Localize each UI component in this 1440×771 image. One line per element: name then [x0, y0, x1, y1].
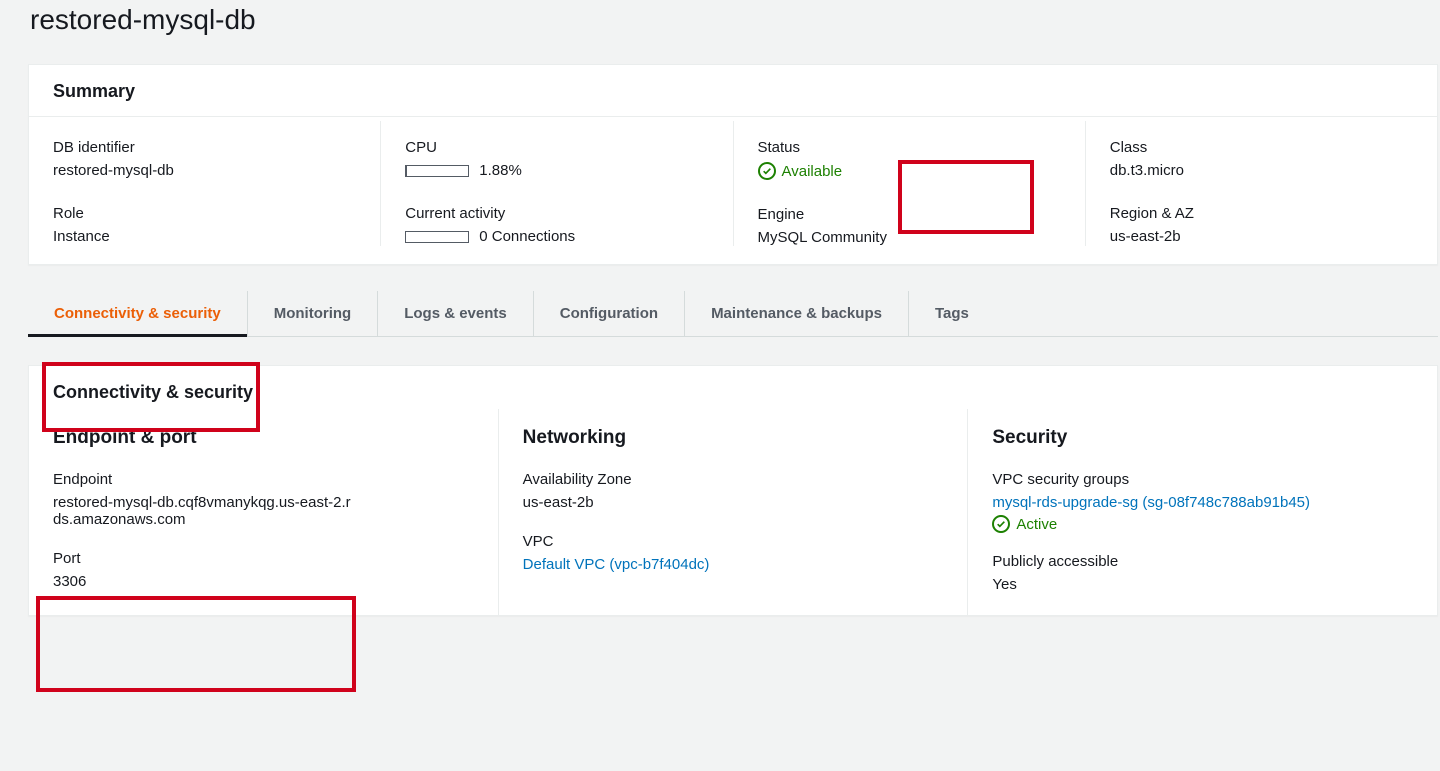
summary-header: Summary [53, 81, 1413, 102]
activity-bar [405, 231, 469, 243]
engine-label: Engine [758, 206, 1061, 223]
port-label: Port [53, 550, 474, 567]
az-value: us-east-2b [523, 494, 944, 511]
sg-label: VPC security groups [992, 471, 1413, 488]
activity-value: 0 Connections [479, 228, 575, 245]
class-value: db.t3.micro [1110, 162, 1413, 179]
page-title: restored-mysql-db [0, 0, 1440, 36]
security-col: Security VPC security groups mysql-rds-u… [967, 409, 1437, 615]
role-value: Instance [53, 228, 356, 245]
tabs-row: Connectivity & security Monitoring Logs … [28, 291, 1438, 337]
class-label: Class [1110, 139, 1413, 156]
public-label: Publicly accessible [992, 553, 1413, 570]
networking-col: Networking Availability Zone us-east-2b … [498, 409, 968, 615]
public-value: Yes [992, 576, 1413, 593]
sg-status: Active [1016, 516, 1057, 533]
tab-connectivity[interactable]: Connectivity & security [28, 291, 247, 336]
region-label: Region & AZ [1110, 205, 1413, 222]
cpu-label: CPU [405, 139, 708, 156]
tab-logs[interactable]: Logs & events [377, 291, 533, 336]
tab-monitoring[interactable]: Monitoring [247, 291, 377, 336]
tab-configuration[interactable]: Configuration [533, 291, 684, 336]
connectivity-panel: Connectivity & security Endpoint & port … [28, 365, 1438, 616]
status-value: Available [782, 163, 843, 180]
summary-col-identity: DB identifier restored-mysql-db Role Ins… [29, 121, 380, 246]
vpc-label: VPC [523, 533, 944, 550]
db-identifier-label: DB identifier [53, 139, 356, 156]
cpu-bar [405, 165, 469, 177]
cpu-value: 1.88% [479, 162, 522, 179]
db-identifier-value: restored-mysql-db [53, 162, 356, 179]
security-header: Security [992, 427, 1413, 449]
activity-label: Current activity [405, 205, 708, 222]
region-value: us-east-2b [1110, 228, 1413, 245]
summary-col-class: Class db.t3.micro Region & AZ us-east-2b [1085, 121, 1437, 246]
endpoint-label: Endpoint [53, 471, 474, 488]
summary-panel: Summary DB identifier restored-mysql-db … [28, 64, 1438, 265]
check-circle-icon [992, 515, 1010, 533]
status-label: Status [758, 139, 1061, 156]
vpc-link[interactable]: Default VPC (vpc-b7f404dc) [523, 556, 944, 573]
role-label: Role [53, 205, 356, 222]
endpoint-value: restored-mysql-db.cqf8vmanykqg.us-east-2… [53, 494, 353, 528]
summary-col-metrics: CPU 1.88% Current activity 0 Connections [380, 121, 732, 246]
engine-value: MySQL Community [758, 229, 1061, 246]
connectivity-header: Connectivity & security [53, 382, 1413, 403]
port-value: 3306 [53, 573, 474, 590]
endpoint-port-header: Endpoint & port [53, 427, 474, 449]
summary-col-status: Status Available Engine MySQL Community [733, 121, 1085, 246]
az-label: Availability Zone [523, 471, 944, 488]
check-circle-icon [758, 162, 776, 180]
tab-tags[interactable]: Tags [908, 291, 995, 336]
networking-header: Networking [523, 427, 944, 449]
endpoint-port-col: Endpoint & port Endpoint restored-mysql-… [29, 409, 498, 615]
tab-maintenance[interactable]: Maintenance & backups [684, 291, 908, 336]
sg-link[interactable]: mysql-rds-upgrade-sg (sg-08f748c788ab91b… [992, 494, 1413, 511]
